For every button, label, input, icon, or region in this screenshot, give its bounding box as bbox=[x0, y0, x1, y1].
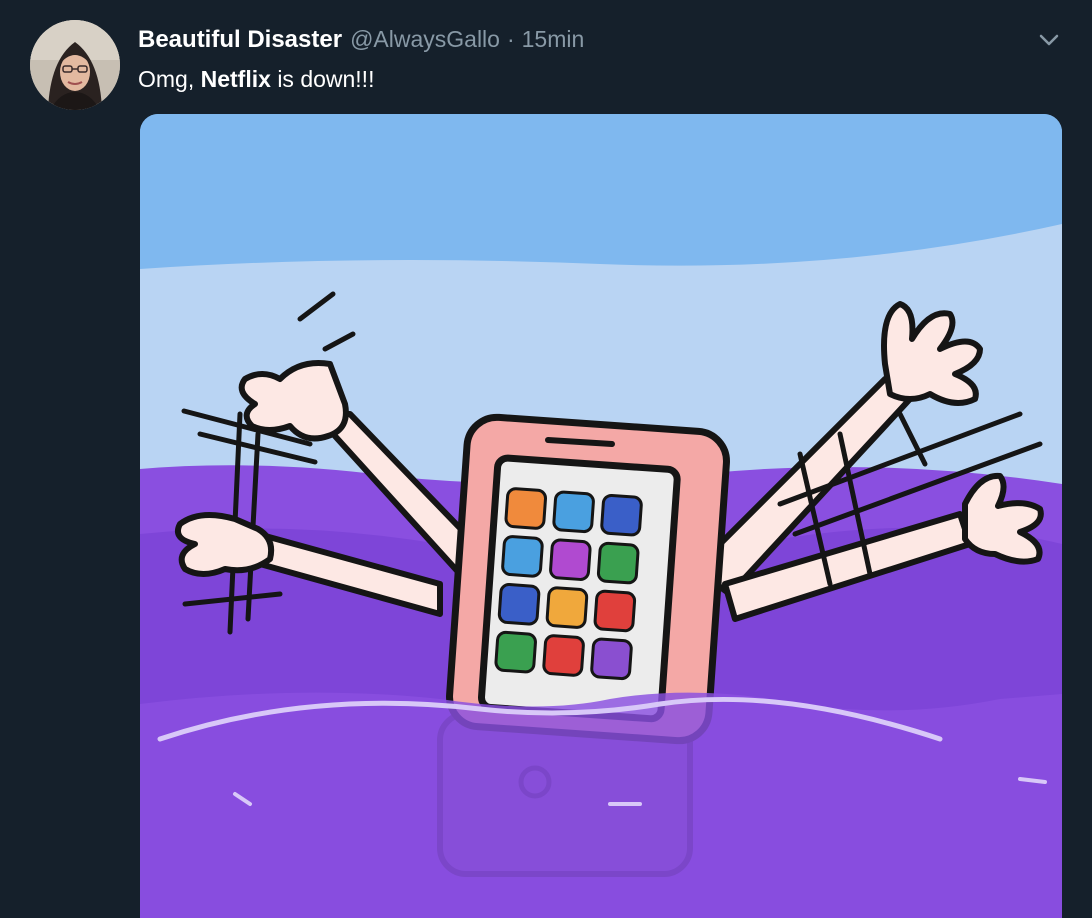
tweet-text-end: is down!!! bbox=[277, 66, 375, 92]
tweet-text: Omg, Netflix is down!!! bbox=[138, 66, 374, 93]
tweet-text-start: Omg, bbox=[138, 66, 195, 92]
avatar[interactable] bbox=[30, 20, 120, 110]
avatar-image bbox=[30, 20, 120, 110]
display-name[interactable]: Beautiful Disaster bbox=[138, 26, 342, 54]
timestamp[interactable]: 15min bbox=[522, 26, 585, 53]
tweet-header: Beautiful Disaster @AlwaysGallo · 15min bbox=[138, 26, 584, 56]
drowning-phone-illustration bbox=[140, 114, 1062, 918]
tweet-card[interactable]: Beautiful Disaster @AlwaysGallo · 15min … bbox=[0, 0, 1092, 918]
tweet-text-bold: Netflix bbox=[200, 66, 271, 92]
user-handle[interactable]: @AlwaysGallo bbox=[350, 26, 500, 53]
separator-dot: · bbox=[506, 26, 515, 52]
chevron-down-icon[interactable] bbox=[1034, 28, 1064, 52]
tweet-media-image[interactable] bbox=[140, 114, 1062, 918]
